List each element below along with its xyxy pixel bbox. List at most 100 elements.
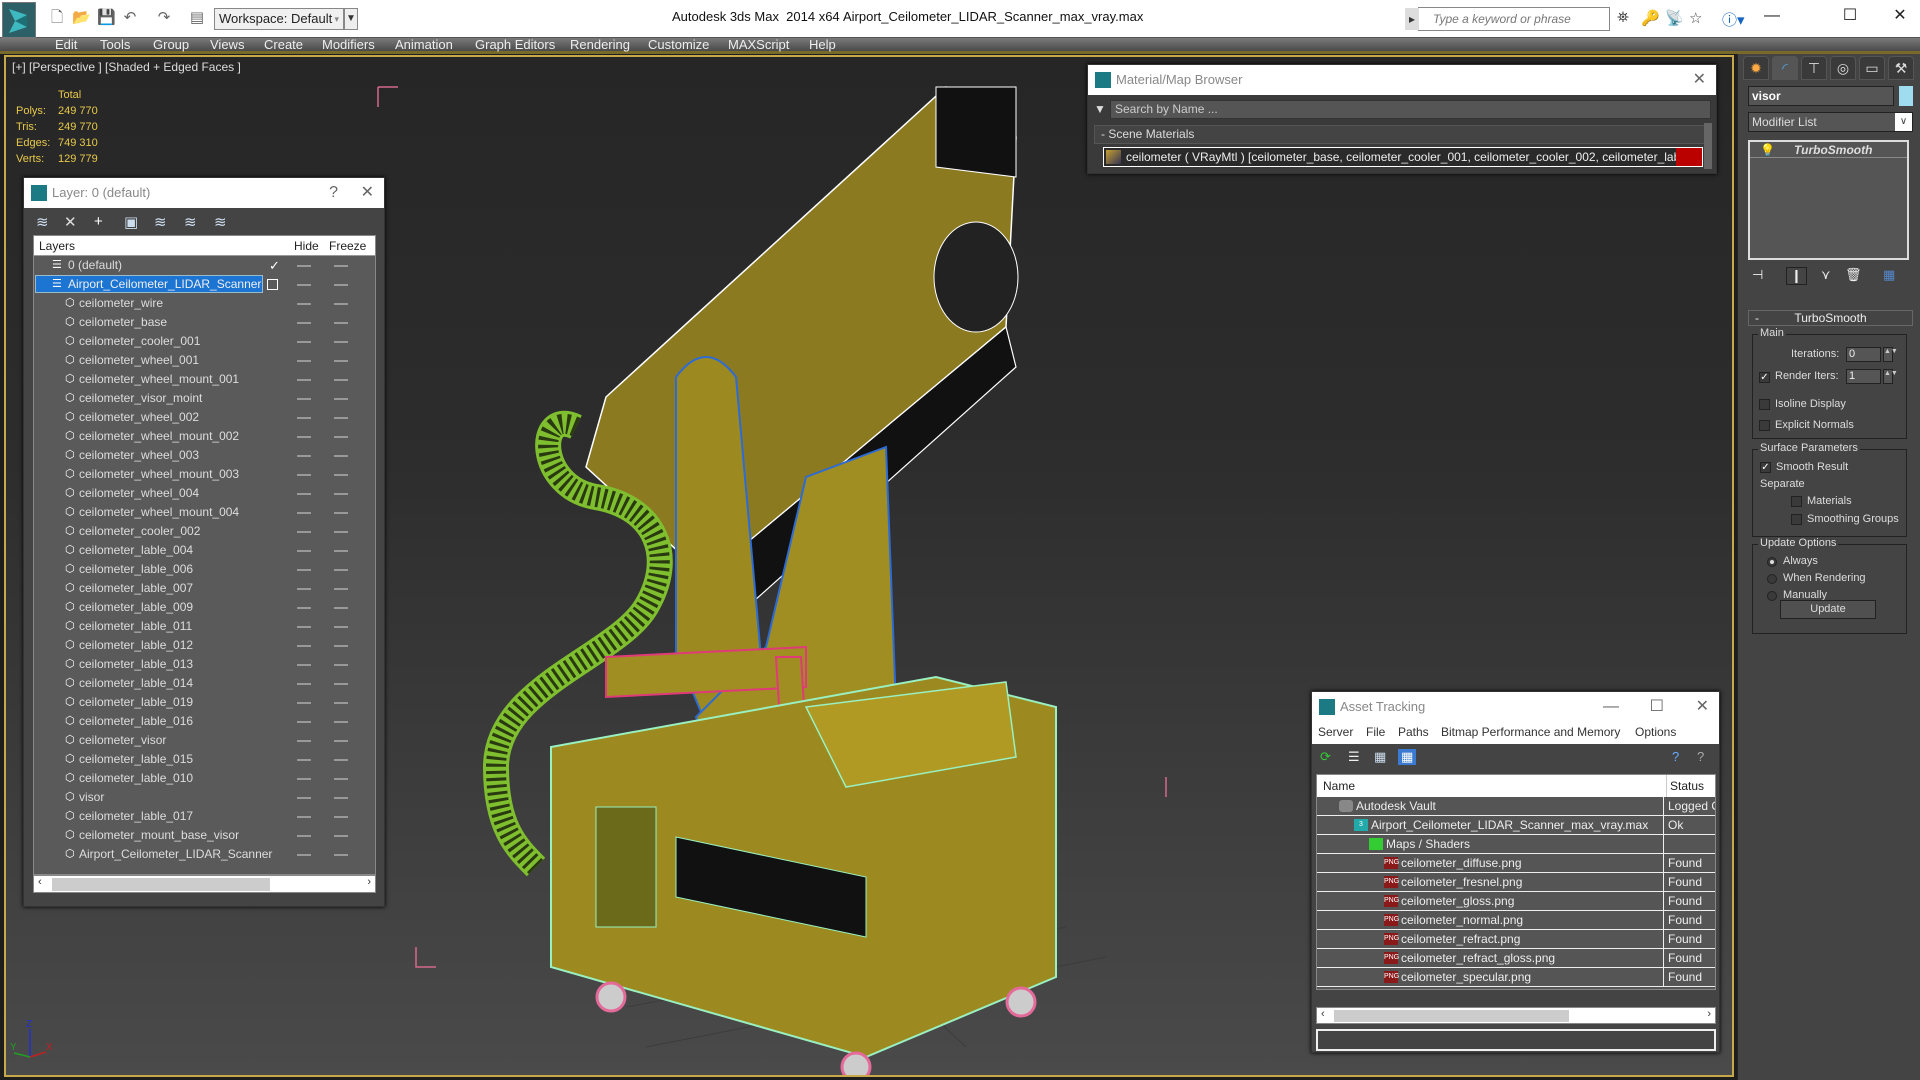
close-button[interactable]: ✕ [1880, 4, 1920, 28]
hide-toggle[interactable] [297, 588, 311, 590]
asset-row[interactable]: PNG ceilometer_refract.png Found [1317, 930, 1715, 949]
modifier-stack[interactable]: 💡 TurboSmooth [1748, 140, 1909, 260]
utilities-tab-icon[interactable]: ⚒ [1888, 56, 1914, 80]
minimize-button[interactable]: — [1603, 692, 1619, 722]
freeze-toggle[interactable] [334, 759, 348, 761]
display-tab-icon[interactable]: ▭ [1859, 56, 1885, 80]
update-button[interactable]: Update [1780, 600, 1876, 619]
menu-file[interactable]: File [1366, 725, 1385, 739]
freeze-toggle[interactable] [334, 417, 348, 419]
hide-toggle[interactable] [297, 531, 311, 533]
freeze-toggle[interactable] [334, 626, 348, 628]
freeze-toggle[interactable] [334, 645, 348, 647]
layer-object-row[interactable]: ⬡ visor [34, 788, 375, 807]
layer-object-row[interactable]: ⬡ ceilometer_lable_009 [34, 598, 375, 617]
new-file-icon[interactable]: 🗋 [48, 9, 66, 27]
menu-create[interactable]: Create [264, 37, 303, 52]
freeze-toggle[interactable] [334, 854, 348, 856]
freeze-toggle[interactable] [334, 303, 348, 305]
table-view-icon[interactable]: ▦ [1398, 749, 1417, 765]
layer-object-row[interactable]: ⬡ ceilometer_wheel_mount_003 [34, 465, 375, 484]
workspace-dropdown[interactable]: Workspace: Default ▾ [214, 8, 344, 30]
manually-radio[interactable] [1767, 591, 1777, 601]
freeze-toggle[interactable] [334, 797, 348, 799]
binoculars-icon[interactable]: ⛯ [1617, 9, 1629, 26]
layer-object-row[interactable]: ⬡ ceilometer_lable_013 [34, 655, 375, 674]
layer-object-row[interactable]: ⬡ ceilometer_wheel_001 [34, 351, 375, 370]
smooth-result-checkbox[interactable]: ✓ [1760, 462, 1771, 473]
layer-object-row[interactable]: ⬡ ceilometer_wheel_mount_001 [34, 370, 375, 389]
freeze-toggle[interactable] [334, 816, 348, 818]
scroll-left-icon[interactable]: ‹ [38, 876, 42, 888]
asset-row[interactable]: Maps / Shaders [1317, 835, 1715, 854]
freeze-toggle[interactable] [334, 683, 348, 685]
hide-toggle[interactable] [297, 284, 311, 286]
layer-object-row[interactable]: ⬡ ceilometer_cooler_002 [34, 522, 375, 541]
add-to-layer-icon[interactable]: + [94, 213, 103, 230]
hide-toggle[interactable] [297, 721, 311, 723]
minimize-button[interactable]: — [1752, 4, 1792, 28]
hide-toggle[interactable] [297, 436, 311, 438]
scroll-left-icon[interactable]: ‹ [1321, 1008, 1325, 1020]
hide-toggle[interactable] [297, 303, 311, 305]
layer-object-row[interactable]: ⬡ ceilometer_lable_017 [34, 807, 375, 826]
layer-object-row[interactable]: ⬡ Airport_Ceilometer_LIDAR_Scanner [34, 845, 375, 864]
close-button[interactable]: ✕ [1696, 692, 1709, 722]
hide-toggle[interactable] [297, 607, 311, 609]
spinner-arrows-icon[interactable]: ▲▼ [1883, 347, 1898, 362]
object-color-swatch[interactable] [1899, 86, 1913, 106]
modify-tab-icon[interactable]: ◜ [1772, 56, 1798, 80]
layer-object-row[interactable]: ⬡ ceilometer_base [34, 313, 375, 332]
always-radio[interactable] [1767, 557, 1777, 567]
hide-toggle[interactable] [297, 512, 311, 514]
save-icon[interactable]: 💾 [97, 9, 116, 27]
asset-row[interactable]: 3 Airport_Ceilometer_LIDAR_Scanner_max_vr… [1317, 816, 1715, 835]
material-item[interactable]: ceilometer ( VRayMtl ) [ceilometer_base,… [1103, 147, 1703, 167]
hide-toggle[interactable] [297, 493, 311, 495]
hide-toggle[interactable] [297, 645, 311, 647]
remove-modifier-icon[interactable]: 🗑 [1845, 267, 1862, 283]
asset-row[interactable]: PNG ceilometer_diffuse.png Found [1317, 854, 1715, 873]
asset-row[interactable]: PNG ceilometer_specular.png Found [1317, 968, 1715, 987]
hide-toggle[interactable] [297, 379, 311, 381]
layer-object-row[interactable]: ⬡ ceilometer_visor [34, 731, 375, 750]
asset-tracking-titlebar[interactable]: Asset Tracking — ☐ ✕ [1312, 692, 1719, 722]
maximize-button[interactable]: ☐ [1830, 4, 1870, 28]
render-iters-checkbox[interactable]: ✓ [1759, 372, 1770, 383]
hide-toggle[interactable] [297, 569, 311, 571]
material-browser-titlebar[interactable]: Material/Map Browser ✕ [1088, 65, 1716, 95]
freeze-toggle[interactable] [334, 398, 348, 400]
hide-toggle[interactable] [297, 797, 311, 799]
freeze-toggle[interactable] [334, 778, 348, 780]
asset-row[interactable]: Autodesk Vault Logged O [1317, 797, 1715, 816]
motion-tab-icon[interactable]: ◎ [1830, 56, 1856, 80]
menu-animation[interactable]: Animation [395, 37, 453, 52]
layer-object-row[interactable]: ⬡ ceilometer_lable_011 [34, 617, 375, 636]
modifier-stack-item[interactable]: 💡 TurboSmooth [1750, 142, 1907, 158]
when-rendering-radio[interactable] [1767, 574, 1777, 584]
layer-object-row[interactable]: ⬡ ceilometer_wheel_003 [34, 446, 375, 465]
menu-rendering[interactable]: Rendering [570, 37, 630, 52]
asset-row[interactable]: PNG ceilometer_normal.png Found [1317, 911, 1715, 930]
filter-menu-icon[interactable]: ▼ [1094, 102, 1106, 116]
freeze-toggle[interactable] [334, 360, 348, 362]
layer-object-row[interactable]: ⬡ ceilometer_lable_010 [34, 769, 375, 788]
iterations-spinner[interactable]: 0 [1846, 347, 1881, 362]
select-objects-icon[interactable]: ▣ [124, 213, 138, 231]
layer-object-row[interactable]: ⬡ ceilometer_visor_moint [34, 389, 375, 408]
menu-modifiers[interactable]: Modifiers [322, 37, 375, 52]
horizontal-scrollbar[interactable]: ‹ › [33, 875, 376, 893]
key-icon[interactable]: 🔑 [1641, 9, 1660, 27]
explicit-normals-checkbox[interactable] [1759, 420, 1770, 431]
scrollbar-thumb[interactable] [52, 878, 270, 891]
asset-row[interactable]: PNG ceilometer_gloss.png Found [1317, 892, 1715, 911]
hide-toggle[interactable] [297, 265, 311, 267]
help-icon[interactable]: ⓘ▾ [1722, 9, 1745, 30]
freeze-toggle[interactable] [334, 607, 348, 609]
hide-toggle[interactable] [297, 341, 311, 343]
hide-toggle[interactable] [297, 778, 311, 780]
freeze-toggle[interactable] [334, 322, 348, 324]
menu-customize[interactable]: Customize [648, 37, 709, 52]
smoothing-groups-checkbox[interactable] [1791, 514, 1802, 525]
menu-graph-editors[interactable]: Graph Editors [475, 37, 555, 52]
